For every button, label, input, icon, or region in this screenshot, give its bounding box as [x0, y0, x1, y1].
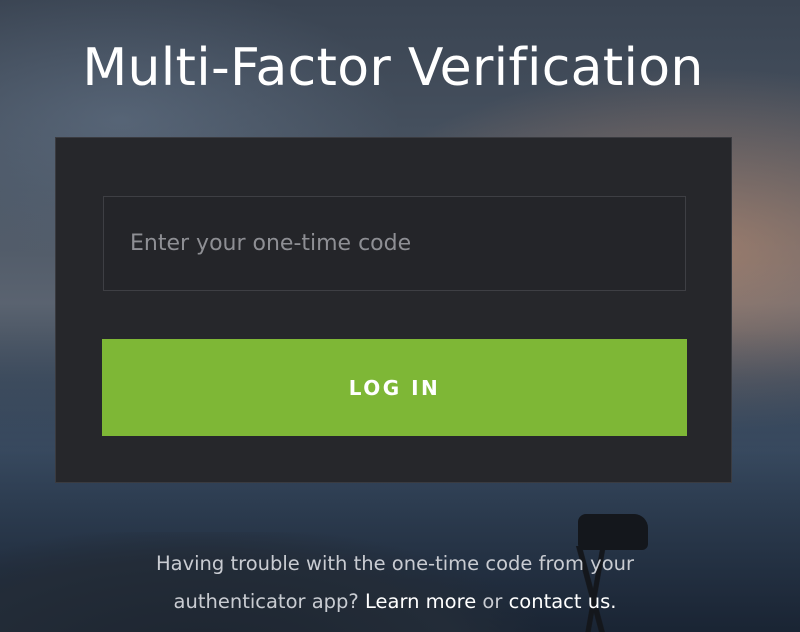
login-button[interactable]: LOG IN: [102, 339, 687, 436]
page-title: Multi-Factor Verification: [82, 38, 704, 98]
verification-card: LOG IN: [55, 137, 732, 483]
help-text: Having trouble with the one-time code fr…: [100, 545, 690, 621]
learn-more-link[interactable]: Learn more: [365, 590, 476, 613]
help-text-part2: or: [476, 589, 509, 613]
one-time-code-input[interactable]: [103, 196, 686, 291]
contact-us-link[interactable]: contact us.: [509, 590, 617, 613]
